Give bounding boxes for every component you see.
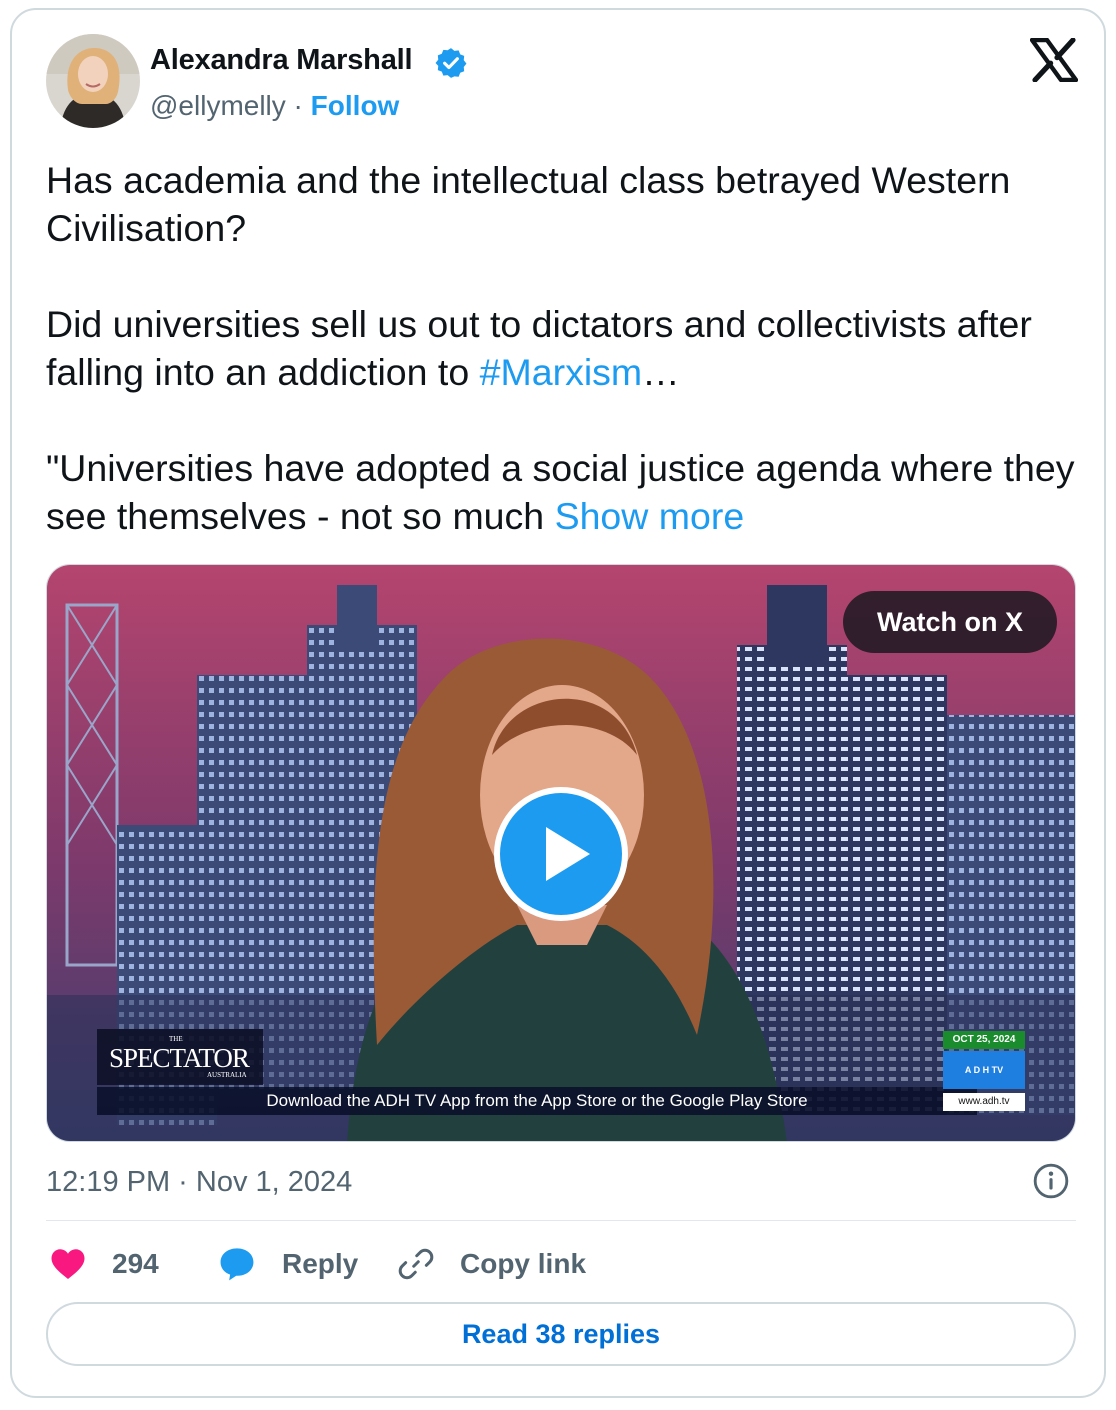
watch-on-x-button[interactable]: Watch on X — [843, 591, 1057, 653]
adh-date: OCT 25, 2024 — [943, 1031, 1025, 1049]
copy-link-label: Copy link — [460, 1248, 587, 1279]
tweet-text: Has academia and the intellectual class … — [46, 156, 1086, 540]
info-icon[interactable] — [1032, 1162, 1070, 1200]
tweet-timestamp[interactable]: 12:19 PM · Nov 1, 2024 — [46, 1166, 352, 1199]
like-button[interactable]: 294 — [50, 1242, 159, 1286]
spectator-logo-bottom: AUSTRALIA — [207, 1071, 247, 1079]
tweet-card: Alexandra Marshall @ellymelly · Follow H… — [10, 8, 1106, 1398]
like-count: 294 — [112, 1248, 159, 1279]
reply-label: Reply — [282, 1248, 359, 1279]
video-ticker: Download the ADH TV App from the App Sto… — [97, 1087, 977, 1115]
ellipsis: … — [642, 351, 680, 393]
tweet-paragraph-2: Did universities sell us out to dictator… — [46, 300, 1086, 396]
divider — [46, 1220, 1076, 1221]
reply-bubble-icon — [220, 1248, 254, 1281]
show-more-link[interactable]: Show more — [555, 495, 745, 537]
hashtag-link[interactable]: #Marxism — [480, 351, 643, 393]
play-icon — [546, 827, 590, 881]
follow-button[interactable]: Follow — [311, 90, 400, 121]
reply-button[interactable]: Reply — [218, 1242, 358, 1286]
play-button[interactable] — [494, 787, 628, 921]
link-icon — [398, 1248, 434, 1280]
author-handle[interactable]: @ellymelly — [150, 90, 286, 121]
tweet-paragraph-1: Has academia and the intellectual class … — [46, 159, 1011, 249]
x-logo-icon[interactable] — [1030, 38, 1078, 82]
spectator-logo: THE SPECTATOR AUSTRALIA — [97, 1029, 263, 1085]
read-replies-button[interactable]: Read 38 replies — [46, 1302, 1076, 1366]
tweet-paragraph-3: "Universities have adopted a social just… — [46, 444, 1086, 540]
spectator-logo-top: THE — [169, 1035, 183, 1043]
handle-row: @ellymelly · Follow — [150, 90, 399, 122]
adh-url: www.adh.tv — [943, 1093, 1025, 1111]
avatar[interactable] — [46, 34, 140, 128]
video-media[interactable]: Watch on X THE SPECTATOR AUSTRALIA Downl… — [46, 564, 1076, 1142]
copy-link-button[interactable]: Copy link — [398, 1242, 586, 1286]
verified-badge-icon — [435, 48, 467, 78]
handle-separator: · — [285, 90, 311, 121]
adh-logo: A D H TV — [943, 1051, 1025, 1089]
adh-tv-badge: OCT 25, 2024 A D H TV www.adh.tv — [943, 1031, 1025, 1115]
spectator-logo-main: SPECTATOR — [109, 1043, 250, 1073]
heart-icon — [51, 1249, 85, 1279]
author-name[interactable]: Alexandra Marshall — [150, 44, 413, 77]
